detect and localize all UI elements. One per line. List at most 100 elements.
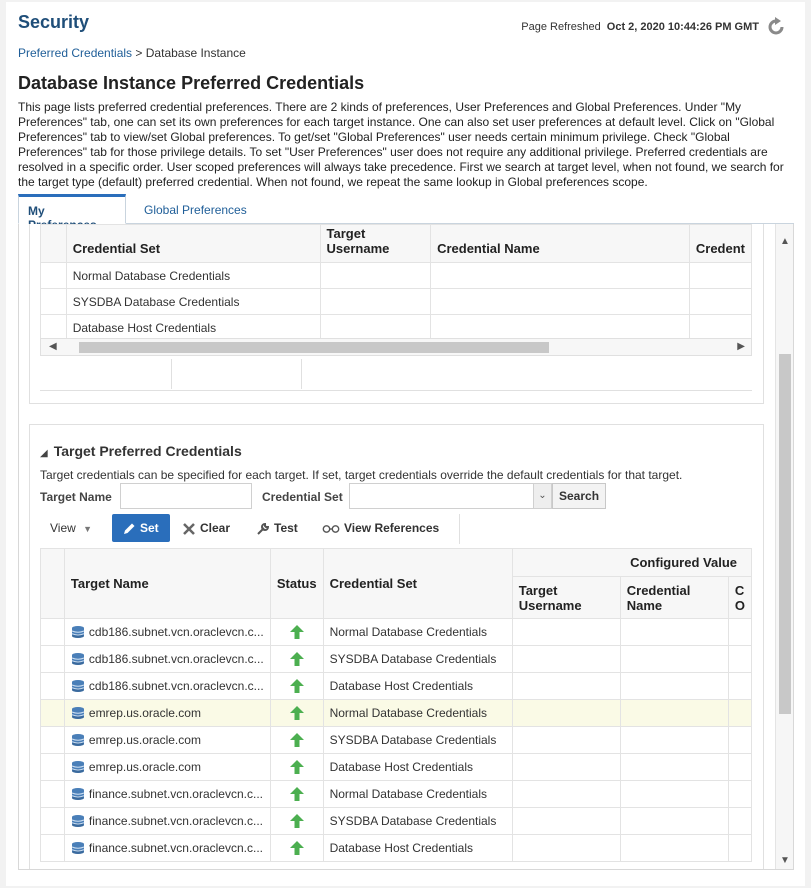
table-row[interactable]: finance.subnet.vcn.oraclevcn.c... Databas… [40, 834, 753, 862]
row-selector[interactable] [40, 314, 67, 341]
cell-target-username [511, 672, 621, 700]
target-name[interactable]: emrep.us.oracle.com [89, 733, 201, 747]
table-row[interactable]: finance.subnet.vcn.oraclevcn.c... Normal … [40, 780, 753, 808]
chevron-down-icon[interactable]: ⌄ [533, 484, 551, 508]
row-selector[interactable] [40, 807, 65, 835]
test-button[interactable]: Test [256, 514, 298, 542]
cell-target-name: finance.subnet.vcn.oraclevcn.c... [63, 780, 271, 808]
database-icon [71, 815, 85, 828]
target-name[interactable]: finance.subnet.vcn.oraclevcn.c... [89, 814, 263, 828]
table-header-row: Credential Set Target Username Credentia… [40, 224, 753, 263]
tab-my-preferences[interactable]: My Preferences [18, 194, 126, 232]
view-menu[interactable]: View ▼ [50, 514, 92, 542]
cell-credential-set: Normal Database Credentials [65, 262, 321, 289]
page-refreshed: Page Refreshed Oct 2, 2020 10:44:26 PM G… [521, 16, 787, 38]
target-name[interactable]: emrep.us.oracle.com [89, 760, 201, 774]
cell-partial [727, 672, 753, 700]
cell-target-username [511, 807, 621, 835]
table-row[interactable]: emrep.us.oracle.com Normal Database Crede… [40, 699, 753, 727]
cell-target-name: cdb186.subnet.vcn.oraclevcn.c... [63, 645, 271, 673]
table-row[interactable]: Normal Database Credentials [40, 262, 753, 289]
cell-target-name: finance.subnet.vcn.oraclevcn.c... [63, 807, 271, 835]
column-header-partial[interactable]: C O [727, 576, 753, 619]
search-button[interactable]: Search [552, 483, 607, 509]
row-selector[interactable] [40, 288, 67, 315]
column-header-target-username[interactable]: Target Username [319, 224, 432, 263]
column-header-status[interactable]: Status [269, 548, 324, 619]
table-toolbar: View ▼ Set Clear Test View References [40, 514, 460, 544]
column-header-credent[interactable]: Credent [688, 224, 753, 263]
table-row[interactable]: SYSDBA Database Credentials [40, 288, 753, 315]
test-label: Test [274, 521, 298, 535]
column-header-credential-set[interactable]: Credential Set [65, 224, 321, 263]
row-selector[interactable] [40, 262, 67, 289]
row-selector[interactable] [40, 780, 65, 808]
tab-global-preferences[interactable]: Global Preferences [135, 194, 256, 224]
row-selector[interactable] [40, 834, 65, 862]
row-selector[interactable] [40, 699, 65, 727]
breadcrumb-current: Database Instance [145, 46, 246, 60]
row-selector[interactable] [40, 618, 65, 646]
cell-target-username [511, 726, 621, 754]
column-header-configured-value: Configured Value [511, 548, 753, 577]
default-credentials-box: Credential Set Target Username Credentia… [29, 224, 764, 404]
section-header[interactable]: ◢ Target Preferred Credentials [40, 443, 242, 459]
horizontal-scrollbar[interactable]: ◀ ▶ [40, 338, 752, 356]
column-header-target-username[interactable]: Target Username [511, 576, 621, 619]
table-row[interactable]: cdb186.subnet.vcn.oraclevcn.c... Database… [40, 672, 753, 700]
view-references-button[interactable]: View References [322, 514, 439, 542]
cell-target-username [511, 645, 621, 673]
target-name[interactable]: finance.subnet.vcn.oraclevcn.c... [89, 841, 263, 855]
target-name[interactable]: cdb186.subnet.vcn.oraclevcn.c... [89, 652, 264, 666]
collapse-triangle-icon[interactable]: ◢ [40, 448, 48, 459]
cell-credential-set: Database Host Credentials [322, 672, 513, 700]
cell-partial [727, 807, 753, 835]
glasses-icon [322, 524, 340, 533]
row-selector[interactable] [40, 726, 65, 754]
row-selector[interactable] [40, 645, 65, 673]
table-row[interactable]: Database Host Credentials [40, 314, 753, 341]
app-title: Security [18, 12, 90, 32]
vertical-scrollbar[interactable]: ▲ ▼ [775, 224, 793, 869]
refresh-icon[interactable] [765, 16, 787, 38]
scrollbar-thumb[interactable] [779, 354, 791, 714]
credential-set-select[interactable]: ⌄ [349, 483, 552, 509]
table-row[interactable]: emrep.us.oracle.com Database Host Credent… [40, 753, 753, 781]
arrow-up-icon [289, 787, 304, 801]
scroll-right-icon[interactable]: ▶ [737, 341, 745, 352]
scroll-down-icon[interactable]: ▼ [780, 855, 790, 866]
table-row[interactable]: emrep.us.oracle.com SYSDBA Database Crede… [40, 726, 753, 754]
breadcrumb-separator: > [135, 46, 143, 60]
scroll-up-icon[interactable]: ▲ [780, 236, 790, 247]
arrow-up-icon [289, 733, 304, 747]
column-header-credential-name[interactable]: Credential Name [430, 224, 690, 263]
target-name[interactable]: cdb186.subnet.vcn.oraclevcn.c... [89, 625, 264, 639]
row-selector[interactable] [40, 672, 65, 700]
set-button[interactable]: Set [112, 514, 170, 542]
table-row[interactable]: cdb186.subnet.vcn.oraclevcn.c... Normal D… [40, 618, 753, 646]
target-name-input[interactable] [120, 483, 252, 509]
arrow-up-icon [289, 760, 304, 774]
breadcrumb-link-preferred-credentials[interactable]: Preferred Credentials [18, 46, 132, 60]
target-name[interactable]: finance.subnet.vcn.oraclevcn.c... [89, 787, 263, 801]
cell-status [269, 753, 324, 781]
search-row: Target Name Credential Set ⌄ Search [40, 483, 740, 511]
cell-partial [727, 753, 753, 781]
page: Security Page Refreshed Oct 2, 2020 10:4… [6, 2, 805, 886]
cell-target-name: emrep.us.oracle.com [63, 726, 271, 754]
cell-credential-set: Database Host Credentials [65, 314, 321, 341]
target-name[interactable]: emrep.us.oracle.com [89, 706, 201, 720]
column-header-credential-set[interactable]: Credential Set [322, 548, 513, 619]
clear-button[interactable]: Clear [182, 514, 230, 542]
scrollbar-thumb[interactable] [79, 342, 549, 353]
table-row[interactable]: finance.subnet.vcn.oraclevcn.c... SYSDBA … [40, 807, 753, 835]
target-credentials-table: Target Name Status Credential Set Config… [40, 548, 753, 862]
table-row[interactable]: cdb186.subnet.vcn.oraclevcn.c... SYSDBA D… [40, 645, 753, 673]
column-header-target-name[interactable]: Target Name [63, 548, 271, 619]
row-selector[interactable] [40, 753, 65, 781]
target-name[interactable]: cdb186.subnet.vcn.oraclevcn.c... [89, 679, 264, 693]
cell-target-name: emrep.us.oracle.com [63, 753, 271, 781]
column-header-credential-name[interactable]: Credential Name [619, 576, 729, 619]
refresh-time: Oct 2, 2020 10:44:26 PM GMT [606, 21, 759, 33]
scroll-left-icon[interactable]: ◀ [49, 341, 57, 352]
